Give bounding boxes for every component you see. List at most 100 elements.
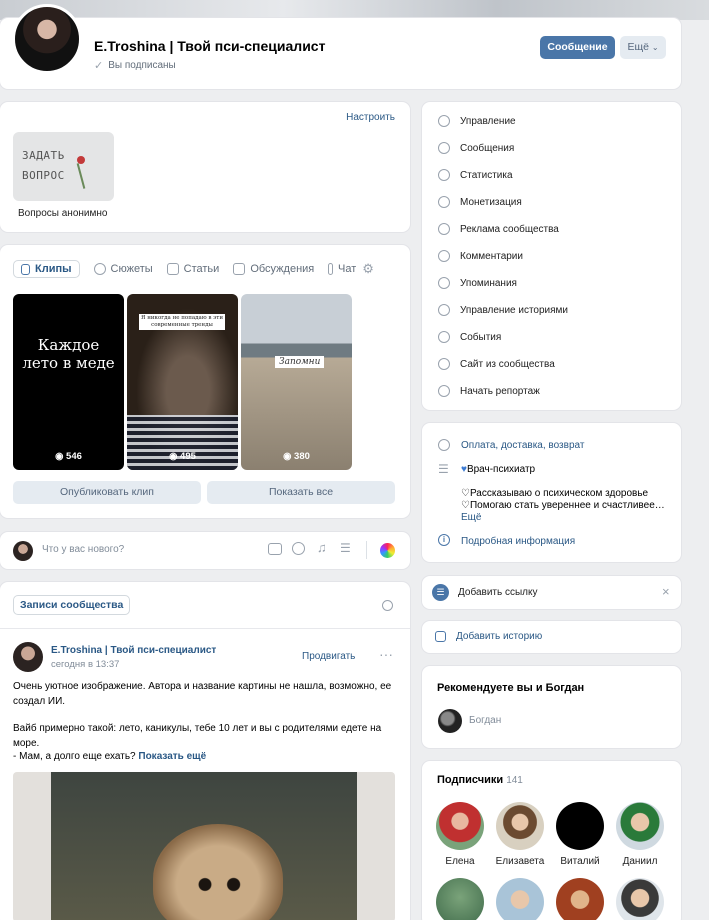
link-icon: ☰ <box>432 584 449 601</box>
community-header: E.Troshina | Твой пси-специалист ✓ Вы по… <box>0 4 681 89</box>
user-avatar <box>13 541 33 561</box>
community-name: E.Troshina | Твой пси-специалист <box>94 38 326 54</box>
more-button[interactable]: Ещё ⌄ <box>620 36 666 59</box>
subscriber-avatar[interactable] <box>436 878 484 920</box>
admin-menu-label: Управление историями <box>460 304 569 316</box>
details-link[interactable]: Подробная информация <box>461 536 575 547</box>
subscriber-avatar[interactable] <box>496 878 544 920</box>
card-title-line2: ВОПРОС <box>22 169 65 182</box>
admin-menu-item[interactable]: Реклама сообщества <box>438 219 559 239</box>
comment-icon <box>438 250 450 262</box>
show-all-button[interactable]: Показать все <box>207 481 395 504</box>
admin-menu-item[interactable]: Управление <box>438 111 516 131</box>
tab-chat[interactable]: Чат <box>328 263 356 275</box>
post-author[interactable]: E.Troshina | Твой пси-специалист <box>51 645 216 656</box>
post-time[interactable]: сегодня в 13:37 <box>51 659 119 670</box>
clip-icon <box>21 263 30 275</box>
post-image[interactable] <box>13 772 395 920</box>
admin-menu-item[interactable]: Монетизация <box>438 192 522 212</box>
tabs-bar: Клипы Сюжеты Статьи Обсуждения Чат ⚙ <box>13 259 403 279</box>
admin-menu-item[interactable]: Начать репортаж <box>438 381 540 401</box>
description-icon: ☰ <box>438 462 449 476</box>
subscriber[interactable]: Виталий <box>550 802 610 867</box>
ask-question-card[interactable]: ЗАДАТЬ ВОПРОС <box>13 132 114 201</box>
clip-item[interactable]: Я никогда не попадаю в эти современные т… <box>127 294 238 470</box>
add-story-card[interactable]: Добавить историю <box>422 621 681 653</box>
tab-discussions[interactable]: Обсуждения <box>233 263 314 275</box>
admin-menu-item[interactable]: Статистика <box>438 165 513 185</box>
add-story-label: Добавить историю <box>456 631 543 642</box>
show-more-link[interactable]: Показать ещё <box>138 751 206 762</box>
story-icon <box>435 631 446 642</box>
composer-input[interactable]: Что у вас нового? <box>42 544 124 555</box>
event-icon <box>438 331 450 343</box>
subscribed-status[interactable]: ✓ Вы подписаны <box>94 59 176 72</box>
live-icon <box>438 385 450 397</box>
delivery-link[interactable]: Оплата, доставка, возврат <box>461 440 584 451</box>
site-icon <box>438 358 450 370</box>
desc-line-1: ♡Рассказываю о психическом здоровье <box>461 488 649 499</box>
stories-icon <box>93 263 106 275</box>
wall-section: Записи сообщества E.Troshina | Твой пси-… <box>0 582 410 920</box>
admin-menu-item[interactable]: Комментарии <box>438 246 523 266</box>
chevron-down-icon: ⌄ <box>651 43 659 52</box>
admin-menu-item[interactable]: Упоминания <box>438 273 517 293</box>
publish-clip-button[interactable]: Опубликовать клип <box>13 481 201 504</box>
configure-link[interactable]: Настроить <box>346 112 395 123</box>
add-link-card[interactable]: ☰ Добавить ссылку × <box>422 576 681 609</box>
more-icon[interactable]: ··· <box>379 646 393 662</box>
clip-item[interactable]: Запомни ◉ 380 <box>241 294 352 470</box>
subscribers-count: 141 <box>506 775 523 786</box>
chat-icon <box>328 263 333 275</box>
admin-menu-label: Упоминания <box>460 277 517 289</box>
tab-clips[interactable]: Клипы <box>13 260 80 278</box>
avatar[interactable] <box>12 4 82 74</box>
add-link-label: Добавить ссылку <box>458 587 538 598</box>
post-composer: Что у вас нового? ♫ ☰ <box>0 532 410 569</box>
subscriber-avatar[interactable] <box>616 878 664 920</box>
heart-icon: ♡ <box>461 488 470 499</box>
message-button[interactable]: Сообщение <box>540 36 615 59</box>
admin-menu-label: Монетизация <box>460 196 522 208</box>
search-icon[interactable] <box>382 600 393 611</box>
camera-icon[interactable] <box>268 543 282 555</box>
stats-icon <box>438 169 450 181</box>
palette-icon[interactable] <box>380 543 395 558</box>
subscriber[interactable]: Даниил <box>610 802 670 867</box>
widget-caption: Вопросы анонимно <box>18 208 108 219</box>
post-author-avatar[interactable] <box>13 642 43 672</box>
subscriber[interactable]: Елена <box>430 802 490 867</box>
wall-tab[interactable]: Записи сообщества <box>13 595 131 615</box>
admin-menu-item[interactable]: Сообщения <box>438 138 514 158</box>
admin-menu-item[interactable]: Управление историями <box>438 300 568 320</box>
friend-avatar[interactable] <box>438 709 462 733</box>
article-icon[interactable]: ☰ <box>340 541 351 555</box>
close-icon[interactable]: × <box>662 584 670 599</box>
tab-stories[interactable]: Сюжеты <box>93 263 153 275</box>
gear-icon[interactable]: ⚙ <box>362 261 374 277</box>
eye-icon: ◉ <box>55 451 67 462</box>
subscriber[interactable]: Елизавета <box>490 802 550 867</box>
friend-name[interactable]: Богдан <box>469 715 501 726</box>
recommend-title: Рекомендуете вы и Богдан <box>437 682 585 694</box>
eye-icon: ◉ <box>169 451 181 462</box>
admin-menu-label: Статистика <box>460 169 513 181</box>
admin-menu-label: Комментарии <box>460 250 523 262</box>
info-icon: i <box>438 534 450 546</box>
admin-menu-item[interactable]: Сайт из сообщества <box>438 354 555 374</box>
question-widget: Настроить ЗАДАТЬ ВОПРОС Вопросы анонимно <box>0 102 410 232</box>
admin-menu-item[interactable]: События <box>438 327 501 347</box>
subscriber-avatar[interactable] <box>556 878 604 920</box>
message-icon <box>438 142 450 154</box>
video-icon[interactable] <box>292 542 305 555</box>
subscribers-title[interactable]: Подписчики 141 <box>437 774 523 786</box>
music-icon[interactable]: ♫ <box>317 540 327 555</box>
role-text: ♥Врач-психиатр <box>461 464 536 475</box>
promote-button[interactable]: Продвигать <box>302 651 355 662</box>
articles-icon <box>166 263 179 275</box>
tab-articles[interactable]: Статьи <box>166 263 219 275</box>
more-link[interactable]: Ещё <box>461 512 481 523</box>
admin-menu-label: Управление <box>460 115 516 127</box>
clip-item[interactable]: Каждое лето в меде ◉ 546 <box>13 294 124 470</box>
admin-menu-label: Сообщения <box>460 142 515 154</box>
